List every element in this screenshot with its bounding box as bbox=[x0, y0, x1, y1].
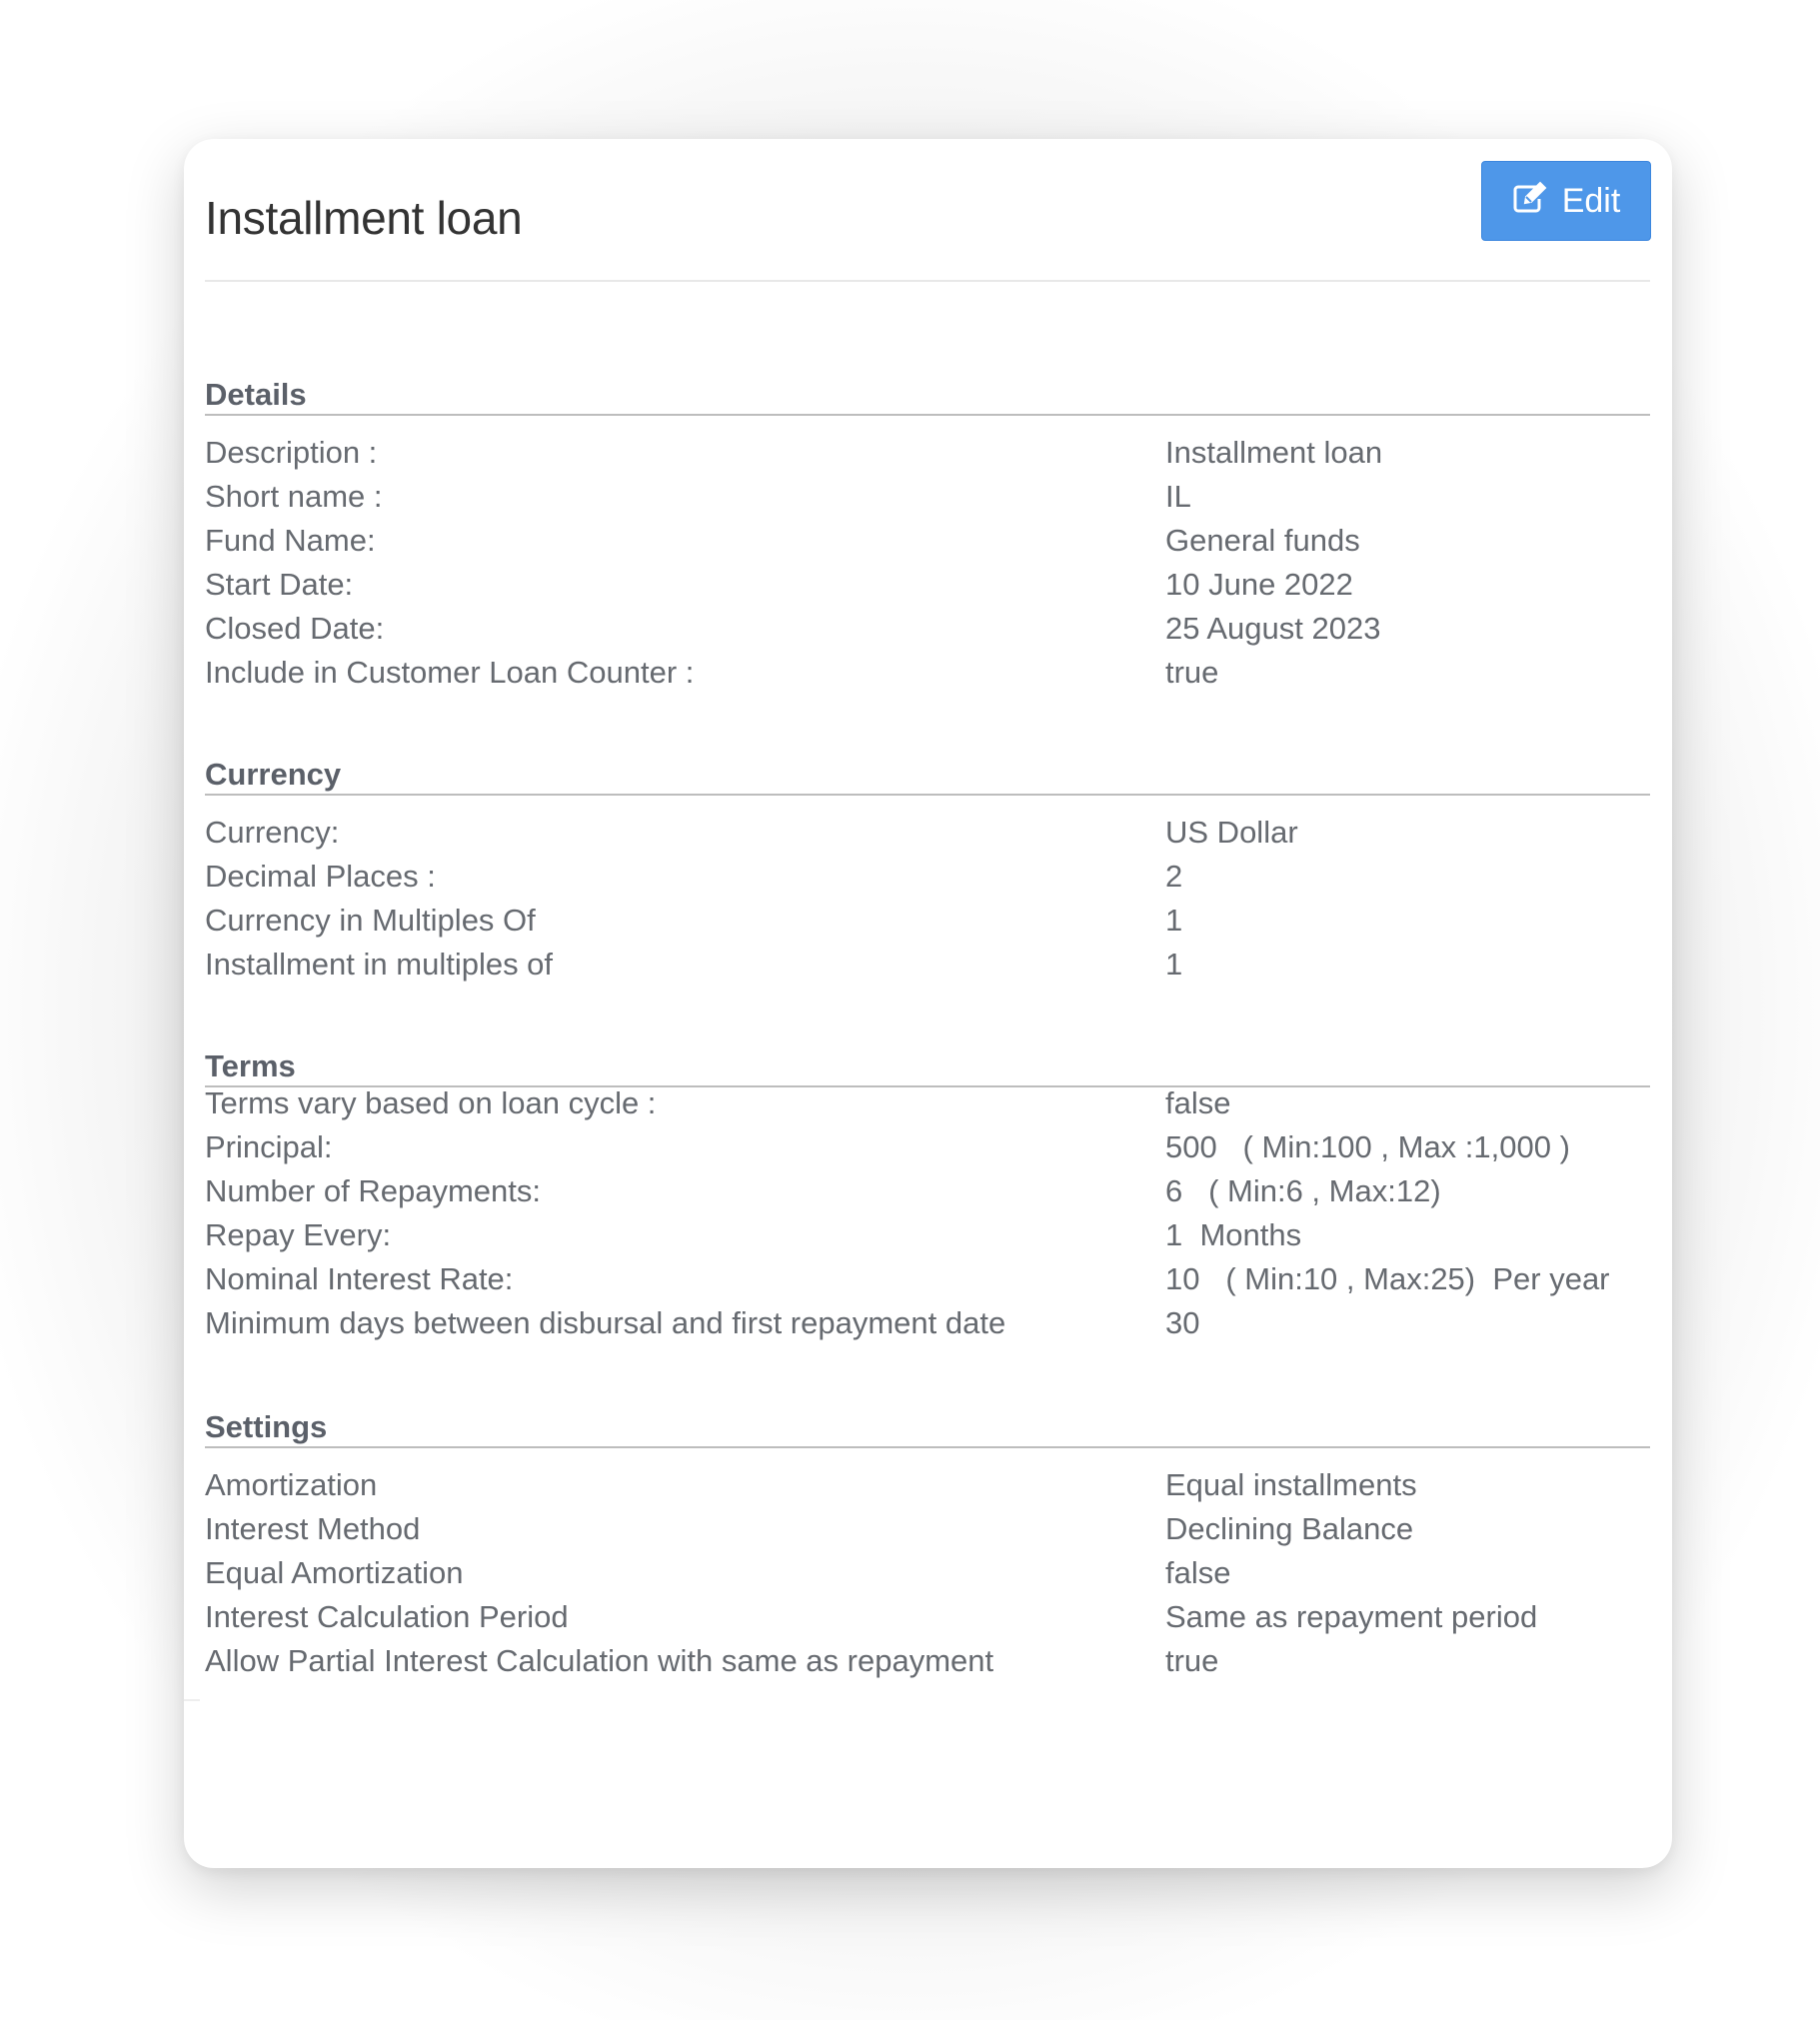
row-label: Decimal Places : bbox=[205, 859, 436, 894]
edit-button-label: Edit bbox=[1561, 181, 1621, 220]
row-value: true bbox=[1165, 655, 1219, 690]
edit-icon bbox=[1512, 181, 1548, 222]
row-value: US Dollar bbox=[1165, 815, 1298, 850]
row-label: Include in Customer Loan Counter : bbox=[205, 655, 695, 690]
row-label: Interest Method bbox=[205, 1511, 421, 1546]
row-value: false bbox=[1165, 1555, 1231, 1590]
section-heading: Details bbox=[205, 377, 307, 412]
row-label: Terms vary based on loan cycle : bbox=[205, 1085, 657, 1120]
detail-row: Repay Every: 1 Months bbox=[205, 1213, 1650, 1257]
detail-row: Fund Name: General funds bbox=[205, 519, 1650, 563]
row-label: Start Date: bbox=[205, 567, 354, 602]
detail-row: Interest Calculation Period Same as repay… bbox=[205, 1595, 1650, 1639]
section-heading: Terms bbox=[205, 1048, 296, 1083]
terms-section: Terms Terms vary based on loan cycle : fa… bbox=[205, 1047, 1650, 1345]
row-value: Same as repayment period bbox=[1165, 1599, 1538, 1634]
row-label: Description : bbox=[205, 435, 378, 470]
page-title: Installment loan bbox=[205, 192, 523, 244]
row-value: Declining Balance bbox=[1165, 1511, 1414, 1546]
row-label: Short name : bbox=[205, 479, 383, 514]
row-value: 1 Months bbox=[1165, 1217, 1302, 1252]
section-divider bbox=[205, 794, 1650, 796]
row-label: Number of Repayments: bbox=[205, 1173, 541, 1208]
section-divider bbox=[205, 414, 1650, 416]
row-value: 10 ( Min:10 , Max:25) Per year bbox=[1165, 1261, 1610, 1296]
settings-section: Settings Amortization Equal installments I… bbox=[205, 1408, 1650, 1683]
row-value: 1 bbox=[1165, 947, 1183, 982]
row-value: 25 August 2023 bbox=[1165, 611, 1381, 646]
detail-row: Interest Method Declining Balance bbox=[205, 1507, 1650, 1551]
detail-row: Include in Customer Loan Counter : true bbox=[205, 651, 1650, 695]
row-value: Installment loan bbox=[1165, 435, 1383, 470]
row-value: 500 ( Min:100 , Max :1,000 ) bbox=[1165, 1129, 1570, 1164]
detail-row: Start Date: 10 June 2022 bbox=[205, 563, 1650, 607]
row-label: Interest Calculation Period bbox=[205, 1599, 569, 1634]
section-heading: Currency bbox=[205, 757, 342, 792]
row-label: Equal Amortization bbox=[205, 1555, 464, 1590]
row-value: Equal installments bbox=[1165, 1467, 1417, 1502]
row-label: Nominal Interest Rate: bbox=[205, 1261, 514, 1296]
detail-row: Closed Date: 25 August 2023 bbox=[205, 607, 1650, 651]
row-label: Minimum days between disbursal and first… bbox=[205, 1305, 1006, 1340]
detail-row: Equal Amortization false bbox=[205, 1551, 1650, 1595]
row-value: true bbox=[1165, 1643, 1219, 1678]
row-value: 2 bbox=[1165, 859, 1183, 894]
edit-button[interactable]: Edit bbox=[1481, 161, 1651, 241]
title-divider bbox=[205, 280, 1650, 282]
detail-row: Decimal Places : 2 bbox=[205, 855, 1650, 899]
row-value: General funds bbox=[1165, 523, 1360, 558]
detail-row: Currency in Multiples Of 1 bbox=[205, 899, 1650, 943]
section-divider bbox=[205, 1446, 1650, 1448]
details-section: Details Description : Installment loan Sho… bbox=[205, 376, 1650, 695]
detail-row: Short name : IL bbox=[205, 475, 1650, 519]
detail-row: Minimum days between disbursal and first… bbox=[205, 1301, 1650, 1345]
section-heading: Settings bbox=[205, 1409, 328, 1444]
card-divider bbox=[184, 1699, 200, 1701]
detail-row: Allow Partial Interest Calculation with … bbox=[205, 1639, 1650, 1683]
row-value: 6 ( Min:6 , Max:12) bbox=[1165, 1173, 1441, 1208]
row-label: Installment in multiples of bbox=[205, 947, 554, 982]
row-value: false bbox=[1165, 1085, 1231, 1120]
row-label: Allow Partial Interest Calculation with … bbox=[205, 1643, 994, 1678]
row-label: Repay Every: bbox=[205, 1217, 392, 1252]
detail-row: Amortization Equal installments bbox=[205, 1463, 1650, 1507]
detail-row: Installment in multiples of 1 bbox=[205, 943, 1650, 987]
row-label: Closed Date: bbox=[205, 611, 385, 646]
detail-row: Principal: 500 ( Min:100 , Max :1,000 ) bbox=[205, 1125, 1650, 1169]
row-label: Fund Name: bbox=[205, 523, 376, 558]
detail-row: Number of Repayments: 6 ( Min:6 , Max:12) bbox=[205, 1169, 1650, 1213]
detail-row: Description : Installment loan bbox=[205, 431, 1650, 475]
currency-section: Currency Currency: US Dollar Decimal Place… bbox=[205, 756, 1650, 987]
row-value: 30 bbox=[1165, 1305, 1200, 1340]
row-value: 1 bbox=[1165, 903, 1183, 938]
loan-product-card: Installment loan Edit Details Descriptio… bbox=[184, 139, 1672, 1868]
row-label: Amortization bbox=[205, 1467, 378, 1502]
row-label: Principal: bbox=[205, 1129, 333, 1164]
detail-row: Terms vary based on loan cycle : false bbox=[205, 1081, 1650, 1125]
row-value: 10 June 2022 bbox=[1165, 567, 1353, 602]
detail-row: Currency: US Dollar bbox=[205, 811, 1650, 855]
detail-row: Nominal Interest Rate: 10 ( Min:10 , Max:… bbox=[205, 1257, 1650, 1301]
row-value: IL bbox=[1165, 479, 1191, 514]
row-label: Currency in Multiples Of bbox=[205, 903, 536, 938]
row-label: Currency: bbox=[205, 815, 340, 850]
